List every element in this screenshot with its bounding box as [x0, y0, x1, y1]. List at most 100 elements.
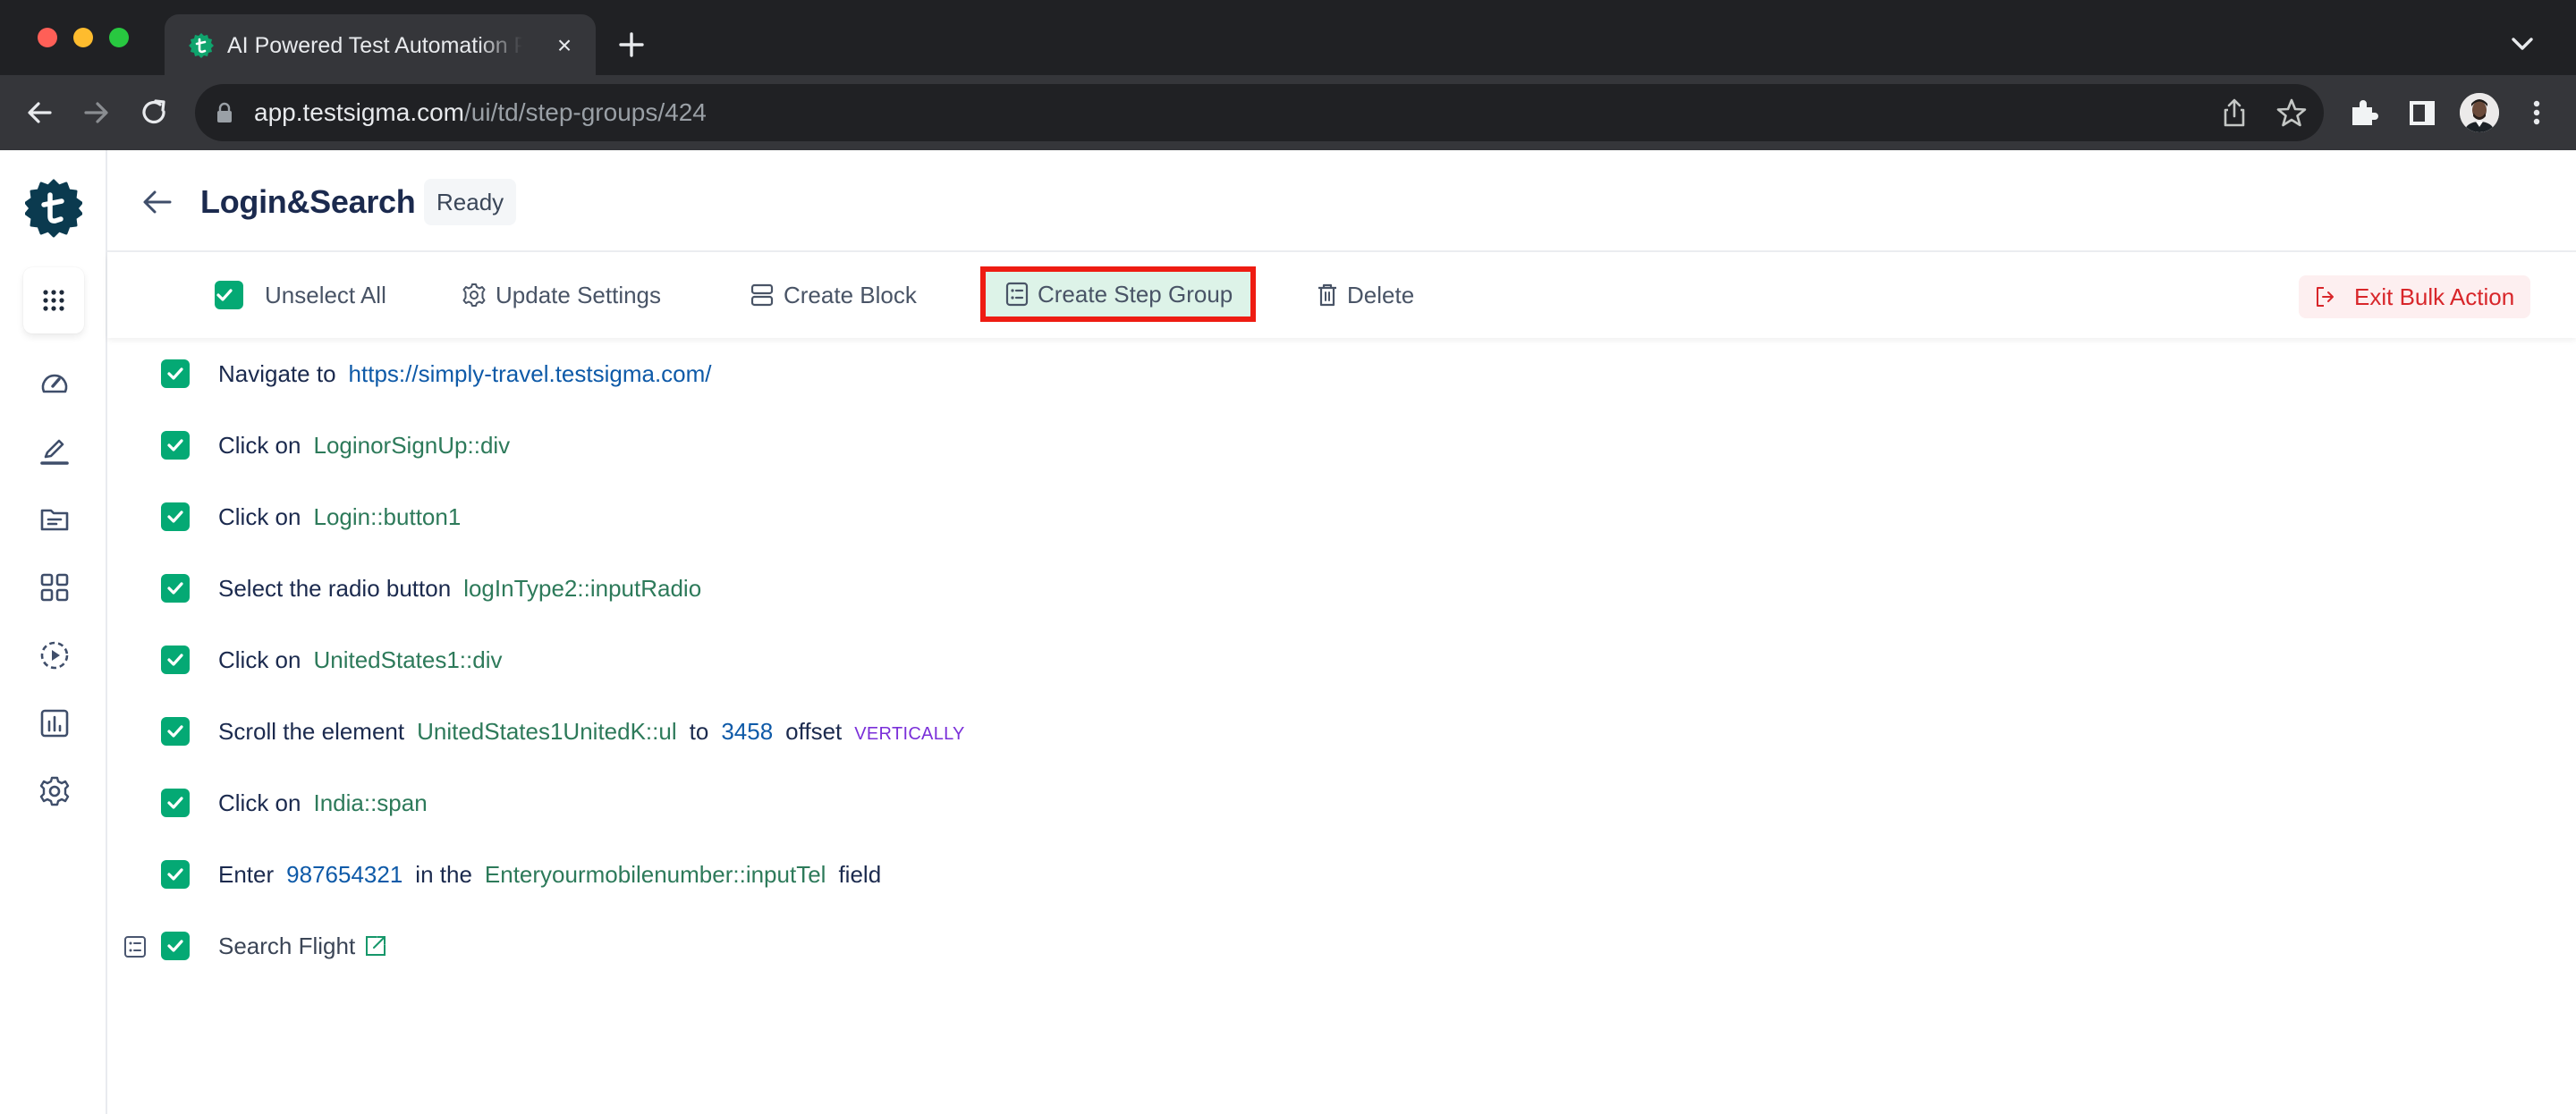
- step-description: Click on UnitedStates1::div: [218, 638, 503, 681]
- url-path: /ui/td/step-groups/424: [464, 98, 707, 126]
- step-row[interactable]: Select the radio button logInType2::input…: [107, 567, 2522, 610]
- dots-grid-icon: [43, 290, 64, 311]
- delete-label: Delete: [1347, 281, 1415, 308]
- element-reference[interactable]: Login::button1: [313, 503, 461, 530]
- element-reference[interactable]: India::span: [313, 789, 427, 816]
- profile-photo: [2460, 93, 2499, 132]
- step-checkbox[interactable]: [161, 502, 190, 531]
- url-text[interactable]: app.testsigma.com/ui/td/step-groups/424: [254, 97, 707, 129]
- page-title: Login&Search: [200, 183, 416, 220]
- reload-icon[interactable]: [134, 93, 174, 132]
- app-switcher-button[interactable]: [23, 267, 84, 333]
- step-description: Click on LoginorSignUp::div: [218, 424, 510, 467]
- browser-tab-active[interactable]: AI Powered Test Automation Platform ×: [165, 14, 596, 75]
- avatar[interactable]: [2460, 93, 2499, 132]
- step-row[interactable]: Click on India::span: [107, 781, 2522, 824]
- gear-icon[interactable]: [39, 776, 70, 806]
- step-text: Enter: [218, 861, 275, 888]
- speedometer-icon[interactable]: [39, 368, 70, 399]
- step-checkbox[interactable]: [161, 932, 190, 960]
- step-text: Click on: [218, 503, 301, 530]
- exit-bulk-action-button[interactable]: Exit Bulk Action: [2299, 275, 2531, 318]
- step-group-icon: [124, 936, 146, 958]
- address-bar[interactable]: app.testsigma.com/ui/td/step-groups/424: [195, 84, 2324, 141]
- bar-chart-icon[interactable]: [39, 708, 70, 738]
- create-block-label: Create Block: [784, 281, 917, 308]
- check-icon: [167, 940, 183, 952]
- step-checkbox[interactable]: [161, 431, 190, 460]
- update-settings-label: Update Settings: [496, 281, 662, 308]
- element-reference[interactable]: UnitedStates1UnitedK::ul: [417, 718, 677, 745]
- create-block-button[interactable]: Create Block: [750, 274, 917, 316]
- folder-icon[interactable]: [39, 504, 70, 535]
- select-all-checkbox[interactable]: [215, 281, 243, 309]
- window-minimize-button[interactable]: [73, 28, 93, 47]
- update-settings-button[interactable]: Update Settings: [462, 274, 661, 316]
- trash-icon: [1318, 283, 1336, 307]
- step-row[interactable]: Scroll the element UnitedStates1UnitedK::…: [107, 710, 2522, 753]
- url-value[interactable]: https://simply-travel.testsigma.com/: [349, 360, 712, 387]
- external-link-icon[interactable]: [364, 934, 387, 958]
- step-checkbox[interactable]: [161, 359, 190, 388]
- kebab-menu-icon[interactable]: [2517, 93, 2556, 132]
- step-row[interactable]: Click on Login::button1: [107, 495, 2522, 538]
- play-circle-icon[interactable]: [39, 640, 70, 671]
- step-checkbox[interactable]: [161, 860, 190, 889]
- step-text: Click on: [218, 646, 301, 673]
- delete-button[interactable]: Delete: [1317, 274, 1414, 316]
- create-step-group-button[interactable]: Create Step Group: [979, 266, 1257, 322]
- plus-icon[interactable]: [614, 27, 649, 63]
- lock-icon[interactable]: [216, 102, 233, 123]
- block-icon: [750, 283, 774, 307]
- share-icon[interactable]: [2218, 97, 2250, 129]
- check-icon: [167, 868, 183, 881]
- step-text: in the: [415, 861, 472, 888]
- tab-title: AI Powered Test Automation Platform: [227, 33, 522, 58]
- unselect-all-button[interactable]: Unselect All: [215, 274, 386, 316]
- step-group-name: Search Flight: [218, 933, 356, 959]
- step-checkbox[interactable]: [161, 717, 190, 746]
- element-reference[interactable]: LoginorSignUp::div: [313, 432, 510, 459]
- element-reference[interactable]: logInType2::inputRadio: [463, 575, 701, 602]
- check-icon: [167, 654, 183, 666]
- puzzle-icon[interactable]: [2345, 93, 2385, 132]
- element-reference[interactable]: UnitedStates1::div: [313, 646, 502, 673]
- url-host: app.testsigma.com: [254, 98, 464, 126]
- main-content: Login&Search Ready Unselect All Update S…: [107, 150, 2576, 1114]
- step-row[interactable]: Click on LoginorSignUp::div: [107, 424, 2522, 467]
- step-description: Click on India::span: [218, 781, 428, 824]
- testsigma-logo[interactable]: [25, 179, 82, 238]
- step-text: offset: [785, 718, 843, 745]
- arrow-right-icon[interactable]: [77, 93, 116, 132]
- step-group-row[interactable]: Search Flight: [107, 924, 2522, 967]
- pencil-icon[interactable]: [39, 436, 70, 467]
- browser-chrome: AI Powered Test Automation Platform × ap…: [0, 0, 2576, 150]
- arrow-left-icon[interactable]: [20, 93, 59, 132]
- element-reference[interactable]: Enteryourmobilenumber::inputTel: [485, 861, 826, 888]
- chevron-down-icon[interactable]: [2506, 30, 2538, 57]
- star-icon[interactable]: [2275, 97, 2308, 129]
- step-row[interactable]: Click on UnitedStates1::div: [107, 638, 2522, 681]
- test-data-value[interactable]: 987654321: [286, 861, 402, 888]
- bulk-action-bar: Unselect All Update Settings Create Bloc…: [107, 252, 2576, 338]
- side-panel-icon[interactable]: [2402, 93, 2442, 132]
- exit-bulk-action-label: Exit Bulk Action: [2354, 283, 2515, 310]
- close-icon[interactable]: ×: [549, 30, 580, 61]
- logout-icon: [2317, 287, 2334, 307]
- page-header: Login&Search Ready: [107, 150, 2576, 252]
- tab-strip: AI Powered Test Automation Platform ×: [0, 0, 2576, 75]
- step-checkbox[interactable]: [161, 646, 190, 674]
- window-maximize-button[interactable]: [109, 28, 129, 47]
- step-checkbox[interactable]: [161, 789, 190, 817]
- grid-icon[interactable]: [39, 572, 70, 603]
- step-row[interactable]: Enter 987654321 in the Enteryourmobilenumbe…: [107, 853, 2522, 896]
- back-arrow-icon[interactable]: [141, 186, 174, 218]
- step-text: to: [689, 718, 709, 745]
- step-text: Click on: [218, 432, 301, 459]
- step-description: Enter 987654321 in the Enteryourmobilenumbe…: [218, 853, 881, 896]
- check-icon: [167, 367, 183, 380]
- window-close-button[interactable]: [38, 28, 57, 47]
- test-data-value[interactable]: 3458: [721, 718, 773, 745]
- step-checkbox[interactable]: [161, 574, 190, 603]
- step-row[interactable]: Navigate to https://simply-travel.testsig…: [107, 352, 2522, 395]
